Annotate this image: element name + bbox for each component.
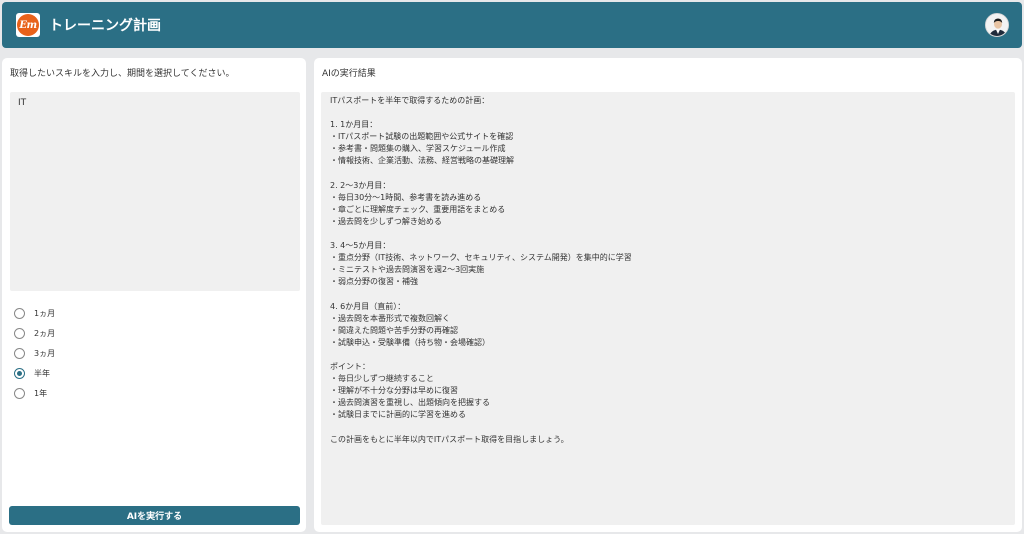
radio-button-selected[interactable] — [14, 367, 25, 379]
radio-button[interactable] — [14, 387, 25, 399]
logo-mark: Em — [17, 14, 39, 36]
run-ai-button[interactable]: AIを実行する — [9, 506, 300, 525]
period-option-half-year[interactable]: 半年 — [14, 363, 55, 383]
app-logo[interactable]: Em — [16, 13, 40, 37]
avatar-icon — [986, 14, 1008, 36]
period-label: 2ヵ月 — [34, 328, 56, 338]
period-label: 3ヵ月 — [34, 348, 56, 358]
period-option-1-month[interactable]: 1ヵ月 — [14, 303, 55, 323]
period-label: 1年 — [34, 388, 48, 398]
result-heading: AIの実行結果 — [322, 69, 376, 79]
page-title: トレーニング計画 — [49, 18, 161, 34]
app-header: Em トレーニング計画 — [2, 2, 1022, 48]
input-instruction: 取得したいスキルを入力し、期間を選択してください。 — [10, 69, 235, 79]
result-panel: AIの実行結果 ITパスポートを半年で取得するための計画： 1. 1か月目： ・… — [314, 58, 1022, 532]
ai-result-output[interactable]: ITパスポートを半年で取得するための計画： 1. 1か月目： ・ITパスポート試… — [321, 92, 1015, 525]
user-avatar[interactable] — [985, 13, 1009, 37]
period-label: 1ヵ月 — [34, 308, 56, 318]
skill-input[interactable]: IT — [10, 92, 300, 291]
input-panel: 取得したいスキルを入力し、期間を選択してください。 IT 1ヵ月 2ヵ月 3ヵ月… — [2, 58, 306, 532]
period-option-3-months[interactable]: 3ヵ月 — [14, 343, 55, 363]
radio-button[interactable] — [14, 347, 25, 359]
radio-button[interactable] — [14, 327, 25, 339]
period-radio-group: 1ヵ月 2ヵ月 3ヵ月 半年 1年 — [14, 303, 55, 403]
radio-button[interactable] — [14, 307, 25, 319]
period-label: 半年 — [34, 368, 50, 378]
period-option-1-year[interactable]: 1年 — [14, 383, 55, 403]
period-option-2-months[interactable]: 2ヵ月 — [14, 323, 55, 343]
